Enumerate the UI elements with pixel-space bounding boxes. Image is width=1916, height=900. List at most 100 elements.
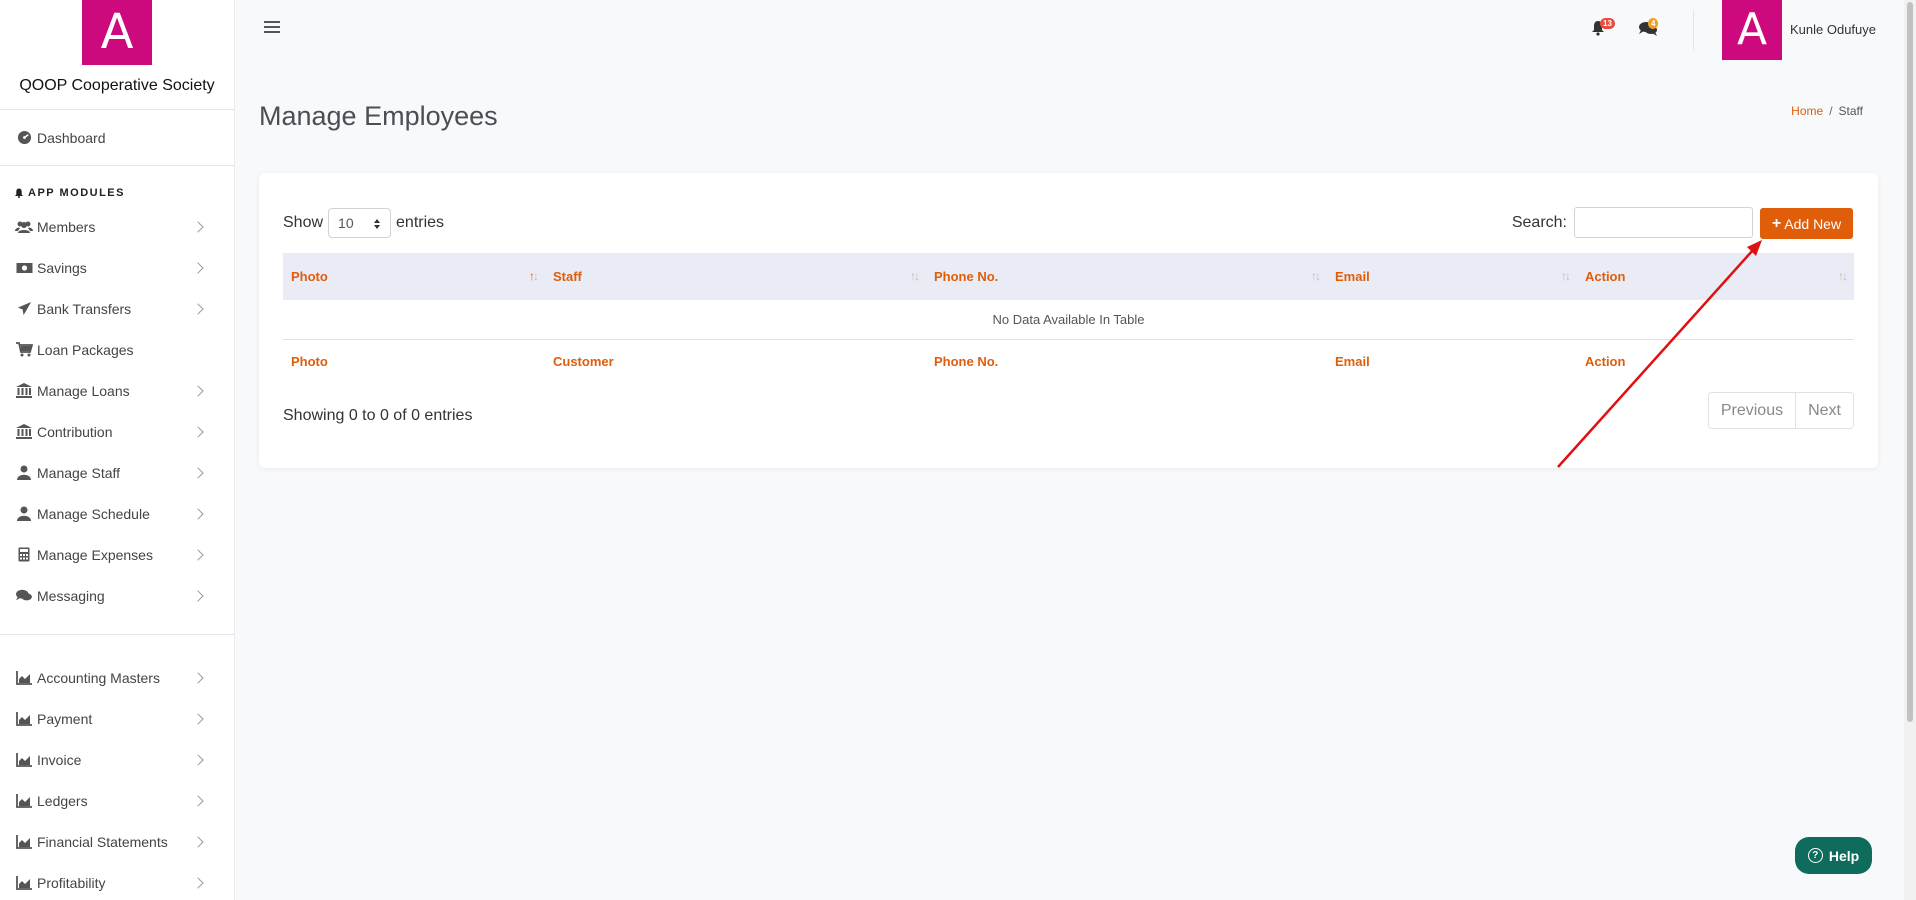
sidebar-item-accounting-masters[interactable]: Accounting Masters [0, 657, 234, 698]
column-header-photo[interactable]: Photo ↑↓ [283, 253, 545, 300]
sidebar-item-members[interactable]: Members [0, 206, 234, 247]
sidebar-item-label: Manage Expenses [37, 546, 153, 563]
footer-email: Email [1335, 353, 1370, 369]
bank-icon [14, 383, 34, 399]
sidebar-item-label: Messaging [37, 587, 105, 604]
table-row: No Data Available In Table [283, 300, 1854, 340]
brand-logo[interactable]: A [82, 0, 152, 65]
sidebar-item-label: Profitability [37, 874, 106, 891]
sidebar-item-profitability[interactable]: Profitability [0, 862, 234, 900]
sidebar-item-savings[interactable]: Savings [0, 247, 234, 288]
brand: A QOOP Cooperative Society [0, 0, 234, 110]
menu-toggle-icon[interactable] [264, 21, 280, 35]
sidebar-item-label: Contribution [37, 423, 113, 440]
chevron-right-icon [192, 876, 204, 889]
comments-icon [14, 588, 34, 604]
sidebar-item-financial-statements[interactable]: Financial Statements [0, 821, 234, 862]
sidebar-item-label: Bank Transfers [37, 300, 132, 317]
sidebar-item-loan-packages[interactable]: Loan Packages [0, 329, 234, 370]
search-input[interactable] [1574, 207, 1753, 238]
dashboard-icon [14, 130, 34, 146]
chart-icon [14, 670, 34, 686]
previous-button[interactable]: Previous [1708, 393, 1797, 428]
sidebar-item-contribution[interactable]: Contribution [0, 411, 234, 452]
cart-icon [14, 342, 34, 358]
modules-heading: APP MODULES [0, 166, 234, 206]
chart-icon [14, 793, 34, 809]
chevron-right-icon [192, 425, 204, 438]
user-name[interactable]: Kunle Odufuye [1790, 22, 1876, 37]
sidebar-item-label: Ledgers [37, 792, 88, 809]
sort-icon: ↑↓ [1838, 269, 1848, 283]
table-info: Showing 0 to 0 of 0 entries [283, 407, 473, 424]
page-size-select[interactable]: 10 [328, 208, 392, 238]
column-header-staff[interactable]: Staff ↑↓ [545, 253, 926, 300]
sidebar-item-label: Payment [37, 710, 93, 727]
sidebar-divider [0, 634, 234, 635]
sidebar-menu: Members Savings Bank Transfers Loan Package… [0, 206, 234, 616]
column-header-action[interactable]: Action ↑↓ [1577, 253, 1854, 300]
breadcrumb-current: Staff [1838, 104, 1863, 118]
empty-table-message: No Data Available In Table [283, 300, 1854, 340]
table-header-row: Photo ↑↓ Staff ↑↓ Phone No. ↑↓ Email ↑↓ Acti… [283, 253, 1854, 300]
sidebar-item-bank-transfers[interactable]: Bank Transfers [0, 288, 234, 329]
footer-phone: Phone No. [934, 353, 999, 369]
sort-icon: ↑↓ [1311, 269, 1321, 283]
brand-name[interactable]: QOOP Cooperative Society [0, 77, 234, 95]
chevron-right-icon [192, 589, 204, 602]
sidebar-item-payment[interactable]: Payment [0, 698, 234, 739]
chevron-right-icon [192, 507, 204, 520]
sidebar-item-dashboard[interactable]: Dashboard [0, 110, 234, 166]
footer-action: Action [1585, 353, 1626, 369]
sidebar-item-label: Manage Staff [37, 464, 121, 481]
chevron-right-icon [192, 712, 204, 725]
sidebar-item-label: Members [37, 218, 96, 235]
pagination: Previous Next [1707, 392, 1854, 429]
help-button[interactable]: ? Help [1795, 837, 1872, 874]
chart-icon [14, 711, 34, 727]
sidebar-item-label: Savings [37, 259, 87, 276]
search-control: Search: [1512, 207, 1753, 238]
breadcrumb-separator: / [1829, 104, 1833, 118]
money-icon [14, 260, 34, 276]
users-icon [14, 219, 34, 235]
sort-icon: ↑↓ [1561, 269, 1571, 283]
scrollbar-thumb[interactable] [1907, 2, 1913, 722]
notifications-badge: 13 [1600, 18, 1615, 29]
sidebar-item-manage-schedule[interactable]: Manage Schedule [0, 493, 234, 534]
breadcrumb: Home / Staff [1791, 104, 1863, 118]
employees-card: Show 10 entries Search: + Add New Photo ↑… [259, 173, 1878, 468]
avatar[interactable]: A [1722, 0, 1782, 60]
sidebar-item-messaging[interactable]: Messaging [0, 575, 234, 616]
page-scrollbar[interactable] [1904, 0, 1916, 900]
sidebar-item-label: Manage Loans [37, 382, 130, 399]
column-header-email[interactable]: Email ↑↓ [1327, 253, 1577, 300]
add-new-button[interactable]: + Add New [1760, 208, 1853, 239]
sidebar-accounting-menu: Accounting Masters Payment Invoice Ledgers F… [0, 657, 234, 900]
chart-icon [14, 834, 34, 850]
table-footer-row: Photo Customer Phone No. Email Action [283, 339, 1854, 383]
sidebar: A QOOP Cooperative Society Dashboard APP… [0, 0, 235, 900]
sidebar-item-manage-expenses[interactable]: Manage Expenses [0, 534, 234, 575]
column-header-phone[interactable]: Phone No. ↑↓ [926, 253, 1327, 300]
breadcrumb-home-link[interactable]: Home [1791, 104, 1823, 118]
next-button[interactable]: Next [1796, 393, 1853, 428]
topbar: 13 4 A Kunle Odufuye [235, 0, 1916, 60]
chevron-right-icon [192, 220, 204, 233]
sidebar-item-invoice[interactable]: Invoice [0, 739, 234, 780]
notifications-button[interactable]: 13 [1590, 18, 1615, 40]
chevron-right-icon [192, 302, 204, 315]
calculator-icon [14, 547, 34, 563]
plus-icon: + [1771, 214, 1782, 232]
sidebar-item-manage-loans[interactable]: Manage Loans [0, 370, 234, 411]
sidebar-item-label: Financial Statements [37, 833, 168, 850]
topbar-divider [1693, 10, 1694, 50]
sidebar-item-ledgers[interactable]: Ledgers [0, 780, 234, 821]
sort-icon: ↑↓ [529, 269, 539, 283]
paper-plane-icon [14, 301, 34, 317]
chevron-right-icon [192, 753, 204, 766]
sidebar-item-label: Dashboard [37, 129, 106, 146]
messages-button[interactable]: 4 [1638, 18, 1660, 40]
sidebar-item-manage-staff[interactable]: Manage Staff [0, 452, 234, 493]
chevron-right-icon [192, 835, 204, 848]
